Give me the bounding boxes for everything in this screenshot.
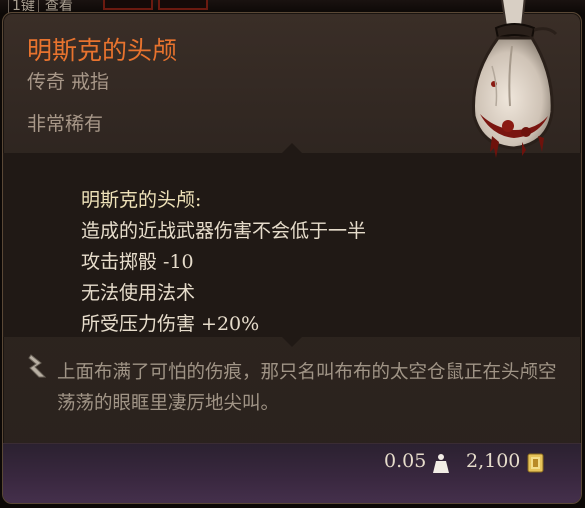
effects-panel: 明斯克的头颅: 造成的近战武器伤害不会低于一半 攻击掷骰 -10 无法使用法术 … [3, 153, 581, 337]
item-rarity: 非常稀有 [27, 113, 104, 135]
gold-coin-icon [527, 453, 544, 473]
item-type: 传奇 戒指 [27, 71, 110, 93]
effect-line: 造成的近战武器伤害不会低于一半 [81, 220, 367, 242]
flavor-text: 上面布满了可怕的伤痕，那只名叫布布的太空仓鼠正在头颅空荡荡的眼眶里凄厉地尖叫。 [57, 362, 557, 414]
hotkey-hint: 1键 查看 [8, 0, 73, 16]
quill-icon [28, 354, 47, 378]
effect-line: 攻击掷骰 -10 [81, 251, 194, 273]
hud-slot [103, 0, 153, 10]
hud-slot [158, 0, 208, 10]
effect-line: 所受压力伤害 +20% [81, 313, 260, 335]
effects-header: 明斯克的头颅: [81, 189, 202, 211]
gold-value: 2,100 [466, 450, 521, 472]
effect-line: 无法使用法术 [81, 282, 196, 304]
divider-notch [282, 337, 302, 347]
item-name: 明斯克的头颅 [27, 36, 178, 65]
divider-notch [282, 143, 302, 153]
item-art-skull-sack-icon [472, 0, 558, 158]
weight-value: 0.05 [384, 450, 427, 472]
weight-icon [433, 454, 449, 473]
